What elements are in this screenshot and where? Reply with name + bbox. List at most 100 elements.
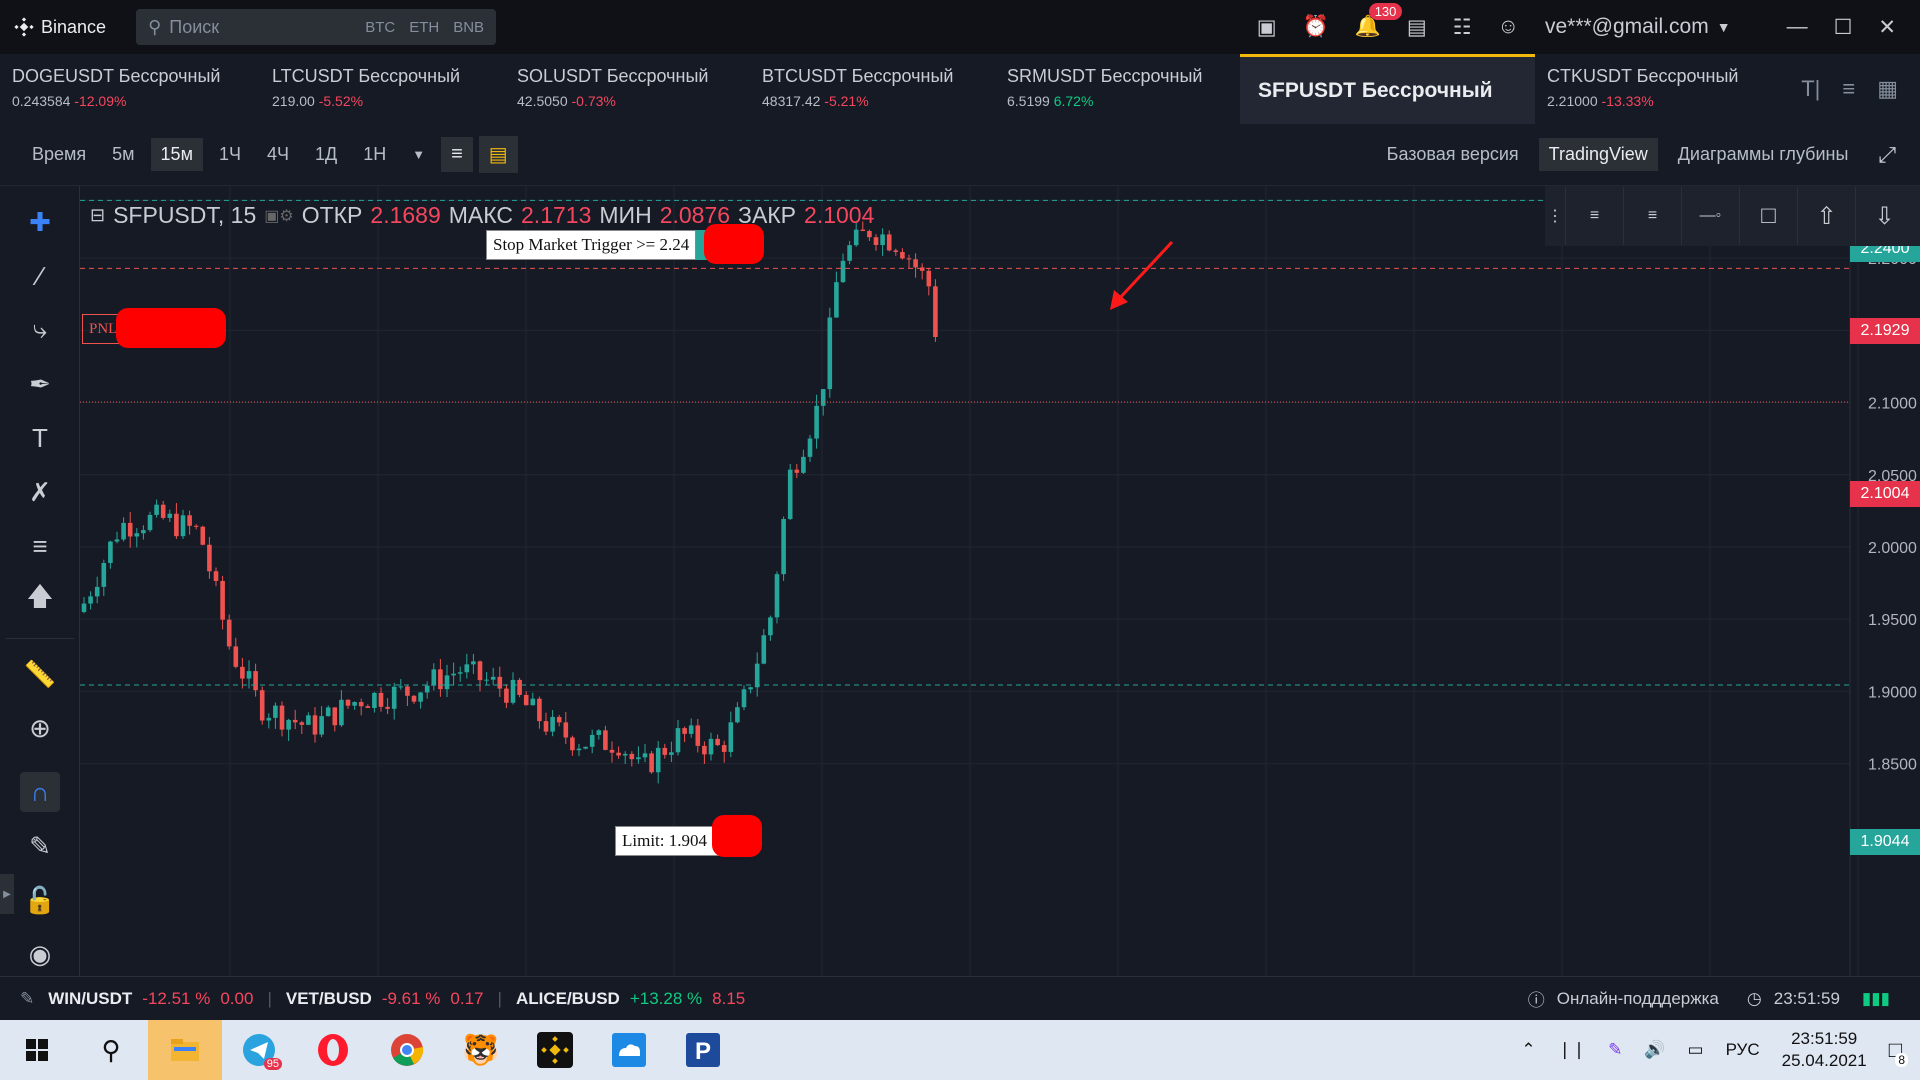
arrow-down-outline-icon[interactable]: ⇩ <box>1855 187 1913 245</box>
wifi-icon[interactable]: ❘❘ <box>1558 1040 1587 1060</box>
chevron-down-icon[interactable]: ▼ <box>1717 19 1731 35</box>
tray-chevron-icon[interactable]: ⌃ <box>1521 1040 1535 1060</box>
bottom-pair[interactable]: ALICE/BUSD +13.28 % 8.15 <box>516 989 745 1009</box>
ticker-sol[interactable]: SOLUSDT Бессрочный 42.5050 -0.73% <box>505 54 750 124</box>
candle-body <box>147 514 153 531</box>
user-icon[interactable]: ☺ <box>1498 15 1519 39</box>
orders-icon[interactable]: ▤ <box>1407 15 1427 40</box>
tab-basic[interactable]: Базовая версия <box>1377 138 1529 171</box>
stop-order-label[interactable]: Stop Market Trigger >= 2.24 ✕ <box>486 230 723 260</box>
ticker-change: -5.21% <box>824 93 869 109</box>
ticker-btc[interactable]: BTCUSDT Бессрочный 48317.42 -5.21% <box>750 54 995 124</box>
online-support-link[interactable]: Онлайн-подддержка <box>1557 989 1719 1009</box>
candle-body <box>649 753 654 773</box>
bottom-pair[interactable]: WIN/USDT -12.51 % 0.00 <box>48 989 253 1009</box>
file-explorer-icon[interactable] <box>148 1020 222 1080</box>
interval-dropdown-icon[interactable]: ▼ <box>402 141 435 168</box>
maximize-icon[interactable]: ☐ <box>1834 15 1853 40</box>
ticker-srm[interactable]: SRMUSDT Бессрочный 6.5199 6.72% <box>995 54 1240 124</box>
close-icon[interactable]: ✕ <box>1878 15 1896 40</box>
expand-panel-icon[interactable]: ▶ <box>0 874 14 914</box>
indicators-icon[interactable]: ≡ <box>441 137 473 172</box>
tiger-app-icon[interactable]: 🐯 <box>444 1020 518 1080</box>
zoom-icon[interactable]: ⊕ <box>20 708 60 748</box>
search-hint-btc[interactable]: BTC <box>365 19 395 36</box>
battery-icon[interactable]: ▭ <box>1688 1040 1704 1060</box>
interval-15m[interactable]: 15м <box>150 138 203 171</box>
account-email[interactable]: ve***@gmail.com <box>1545 15 1709 39</box>
pen-icon[interactable]: ✎ <box>1608 1040 1622 1060</box>
binance-app-icon[interactable] <box>518 1020 592 1080</box>
legend-settings-icon[interactable]: ▣⚙ <box>264 206 293 226</box>
magnet-icon[interactable]: ∩ <box>20 772 60 812</box>
unlock-icon[interactable]: 🔓 <box>20 880 60 920</box>
opera-icon[interactable] <box>296 1020 370 1080</box>
eye-icon[interactable]: ◉ <box>20 934 60 974</box>
text-tool-icon[interactable]: T <box>20 418 60 458</box>
interval-1d[interactable]: 1Д <box>305 138 347 171</box>
trend-line-icon[interactable]: ∕ <box>20 256 60 296</box>
lock-drawing-icon[interactable]: ✎ <box>20 826 60 866</box>
fib-tool-icon[interactable]: ⤷ <box>20 310 60 350</box>
interval-4h[interactable]: 4Ч <box>257 138 299 171</box>
alarm-icon[interactable]: ⏰ <box>1303 15 1329 39</box>
windows-start-icon[interactable] <box>0 1020 74 1080</box>
edit-icon[interactable]: ✎ <box>20 989 34 1009</box>
long-position-icon[interactable]: ≡ <box>1565 187 1623 245</box>
grid-icon[interactable]: ▦ <box>1877 76 1898 102</box>
time-button[interactable]: Время <box>22 138 96 171</box>
minimize-icon[interactable]: — <box>1787 15 1808 39</box>
volume-icon[interactable]: 🔊 <box>1644 1040 1665 1060</box>
tab-depth[interactable]: Диаграммы глубины <box>1668 138 1859 171</box>
bell-icon[interactable]: 🔔 130 <box>1355 3 1403 39</box>
crosshair-icon[interactable]: ✚ <box>20 202 60 242</box>
pattern-tool-icon[interactable]: ✗ <box>20 472 60 512</box>
ticker-doge[interactable]: DOGEUSDT Бессрочный 0.243584 -12.09% <box>0 54 260 124</box>
rectangle-icon[interactable]: □ <box>1739 187 1797 245</box>
notification-center-icon[interactable]: □ 8 <box>1889 1037 1908 1067</box>
notes-icon[interactable]: ▤ <box>478 136 518 173</box>
bottom-pair[interactable]: VET/BUSD -9.61 % 0.17 <box>286 989 484 1009</box>
wallet-icon[interactable]: ▣ <box>1257 15 1277 40</box>
ticker-ltc[interactable]: LTCUSDT Бессрочный 219.00 -5.52% <box>260 54 505 124</box>
ruler-icon[interactable]: 📏 <box>20 654 60 694</box>
arrow-up-icon[interactable]: 🡅 <box>20 580 60 620</box>
language-indicator[interactable]: РУС <box>1726 1040 1760 1060</box>
interval-1w[interactable]: 1Н <box>353 138 396 171</box>
drag-handle-icon[interactable]: ⋮ <box>1545 187 1565 245</box>
ticker-name: BTCUSDT Бессрочный <box>762 66 954 86</box>
fullscreen-icon[interactable]: ⤢ <box>1878 142 1896 168</box>
candle-body <box>266 717 272 721</box>
text-size-icon[interactable]: T| <box>1801 76 1820 102</box>
settings-sliders-icon[interactable]: ≡ <box>1842 76 1855 102</box>
telegram-icon[interactable]: 95 <box>222 1020 296 1080</box>
binance-logo[interactable]: Binance <box>14 17 106 38</box>
receipt-icon[interactable]: ☷ <box>1453 15 1472 40</box>
search-hint-bnb[interactable]: BNB <box>453 19 484 36</box>
arrow-up-outline-icon[interactable]: ⇧ <box>1797 187 1855 245</box>
ticker-sfp-active[interactable]: SFPUSDT Бессрочный <box>1240 54 1535 124</box>
tab-tradingview[interactable]: TradingView <box>1538 138 1658 171</box>
search-hint-eth[interactable]: ETH <box>409 19 439 36</box>
help-icon[interactable]: ⓘ <box>1528 986 1545 1011</box>
collapse-legend-icon[interactable]: ⊟ <box>90 205 105 226</box>
ticker-ctk[interactable]: CTKUSDT Бессрочный 2.21000 -13.33% <box>1535 54 1785 124</box>
search-icon[interactable]: ⚲ <box>74 1020 148 1080</box>
candlestick-chart[interactable]: 2.24002.20002.15002.10002.05002.00001.95… <box>80 186 1920 976</box>
forecast-tool-icon[interactable]: ≡ <box>20 526 60 566</box>
search-input[interactable]: ⚲ Поиск BTC ETH BNB <box>136 9 497 45</box>
short-position-icon[interactable]: ≡ <box>1623 187 1681 245</box>
candle-body <box>576 748 582 751</box>
candle-body <box>477 661 483 681</box>
interval-1h[interactable]: 1Ч <box>209 138 251 171</box>
candle-body <box>556 716 562 723</box>
interval-5m[interactable]: 5м <box>102 138 144 171</box>
candle-body <box>438 669 443 690</box>
taskbar-clock[interactable]: 23:51:59 25.04.2021 <box>1782 1028 1867 1072</box>
cloud-app-icon[interactable] <box>592 1020 666 1080</box>
chrome-icon[interactable] <box>370 1020 444 1080</box>
brush-icon[interactable]: ✒ <box>20 364 60 404</box>
candle-body <box>299 722 305 725</box>
horizontal-line-icon[interactable]: —◦ <box>1681 187 1739 245</box>
p-app-icon[interactable]: P <box>666 1020 740 1080</box>
